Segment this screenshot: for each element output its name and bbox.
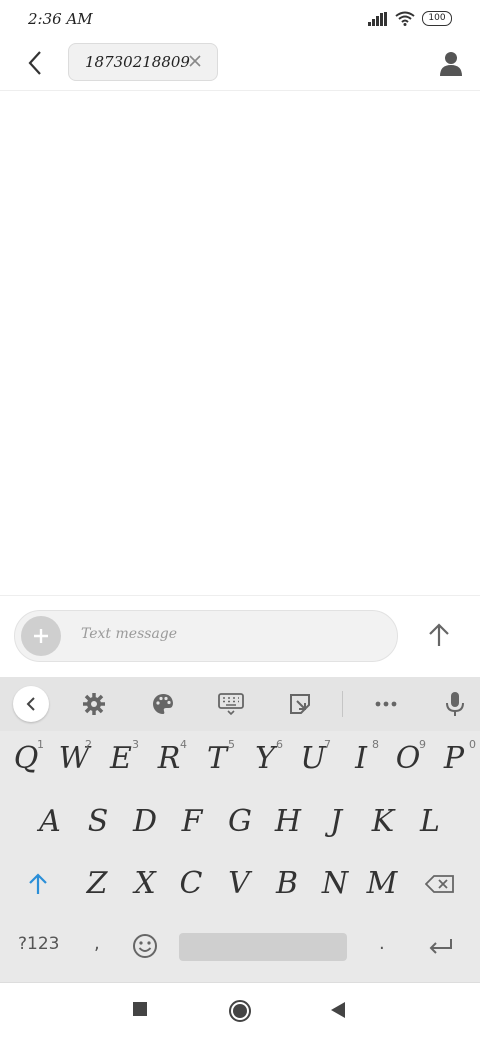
attach-button[interactable] xyxy=(21,616,61,656)
key-row-3: Z X C V B N M xyxy=(0,859,480,911)
theme-button[interactable] xyxy=(149,690,177,718)
toolbar-divider xyxy=(342,691,343,717)
emoji-icon[interactable] xyxy=(132,933,158,959)
key-hint: 3 xyxy=(132,738,139,751)
key-hint: 0 xyxy=(469,738,476,751)
key[interactable]: J xyxy=(316,797,356,847)
key[interactable]: E3 xyxy=(101,734,141,784)
status-bar: 2:36 AM 100 xyxy=(0,0,480,40)
keyboard: Q1 W2 E3 R4 T5 Y6 U7 I8 O9 P0 A S D F G … xyxy=(0,677,480,982)
shift-arrow-icon xyxy=(29,873,47,894)
back-button[interactable] xyxy=(20,48,50,78)
status-time: 2:36 AM xyxy=(28,10,93,28)
keyboard-toolbar xyxy=(0,677,480,731)
more-button[interactable] xyxy=(372,690,400,718)
key-hint: 5 xyxy=(228,738,235,751)
key[interactable]: N xyxy=(315,859,355,909)
chevron-left-icon xyxy=(26,697,35,711)
key-hint: 4 xyxy=(180,738,187,751)
send-icon[interactable] xyxy=(424,620,454,650)
recipient-chip[interactable]: 18730218809 xyxy=(68,43,218,81)
backspace-key[interactable] xyxy=(420,859,460,909)
plus-icon xyxy=(34,629,48,643)
key[interactable]: L xyxy=(410,797,450,847)
status-icons: 100 xyxy=(368,11,452,26)
conversation-header: 18730218809 xyxy=(0,40,480,91)
key-hint: 8 xyxy=(372,738,379,751)
key[interactable]: G xyxy=(220,797,260,847)
key-hint: 6 xyxy=(276,738,283,751)
key[interactable]: B xyxy=(267,859,307,909)
compose-bar: Text message xyxy=(0,595,480,678)
key[interactable]: V xyxy=(219,859,259,909)
key-hint: 7 xyxy=(324,738,331,751)
wifi-icon xyxy=(395,11,415,26)
home-icon[interactable] xyxy=(228,999,252,1023)
key[interactable]: W2 xyxy=(54,734,94,784)
resize-button[interactable] xyxy=(286,690,314,718)
contact-icon[interactable] xyxy=(438,50,464,76)
key[interactable]: F xyxy=(172,797,212,847)
voice-input-button[interactable] xyxy=(441,690,469,718)
key[interactable]: K xyxy=(363,797,403,847)
key[interactable]: S xyxy=(78,797,118,847)
key[interactable]: H xyxy=(268,797,308,847)
period-key[interactable]: . xyxy=(379,933,385,954)
message-placeholder: Text message xyxy=(81,626,178,642)
recents-icon[interactable] xyxy=(132,1001,148,1017)
shift-key[interactable] xyxy=(18,859,58,909)
key[interactable]: T5 xyxy=(197,734,237,784)
key-row-2: A S D F G H J K L xyxy=(0,797,480,849)
close-icon[interactable] xyxy=(187,53,203,69)
gear-icon xyxy=(83,693,105,715)
key[interactable]: Q1 xyxy=(6,734,46,784)
battery-icon: 100 xyxy=(422,11,452,26)
key-hint: 9 xyxy=(419,738,426,751)
keyboard-switch-button[interactable] xyxy=(217,690,245,718)
system-nav-bar xyxy=(0,982,480,1041)
backspace-icon xyxy=(424,875,454,893)
key[interactable]: M xyxy=(362,859,402,909)
microphone-icon xyxy=(446,692,464,716)
chevron-left-icon xyxy=(28,51,41,75)
key-hint: 1 xyxy=(37,738,44,751)
key[interactable]: A xyxy=(30,797,70,847)
toolbar-collapse-button[interactable] xyxy=(13,686,49,722)
key[interactable]: R4 xyxy=(149,734,189,784)
key[interactable]: X xyxy=(125,859,165,909)
message-input[interactable]: Text message xyxy=(14,610,398,662)
back-triangle-icon[interactable] xyxy=(330,1001,346,1019)
key-hint: 2 xyxy=(85,738,92,751)
space-key[interactable] xyxy=(179,933,347,961)
symbols-key[interactable]: ?123 xyxy=(18,934,59,954)
key-row-1: Q1 W2 E3 R4 T5 Y6 U7 I8 O9 P0 xyxy=(0,734,480,786)
keyboard-icon xyxy=(218,693,244,716)
key[interactable]: U7 xyxy=(293,734,333,784)
signal-icon xyxy=(368,11,387,26)
more-icon xyxy=(375,701,397,707)
key[interactable]: Y6 xyxy=(245,734,285,784)
key[interactable]: P0 xyxy=(434,734,476,784)
resize-icon xyxy=(290,694,310,714)
recipient-number: 18730218809 xyxy=(85,53,190,71)
palette-icon xyxy=(153,694,173,714)
settings-button[interactable] xyxy=(80,690,108,718)
key[interactable]: O9 xyxy=(388,734,428,784)
message-thread xyxy=(0,91,480,595)
comma-key[interactable]: , xyxy=(94,933,100,954)
enter-icon[interactable] xyxy=(428,938,454,956)
key[interactable]: Z xyxy=(77,859,117,909)
key[interactable]: D xyxy=(125,797,165,847)
key[interactable]: I8 xyxy=(341,734,381,784)
key[interactable]: C xyxy=(171,859,211,909)
